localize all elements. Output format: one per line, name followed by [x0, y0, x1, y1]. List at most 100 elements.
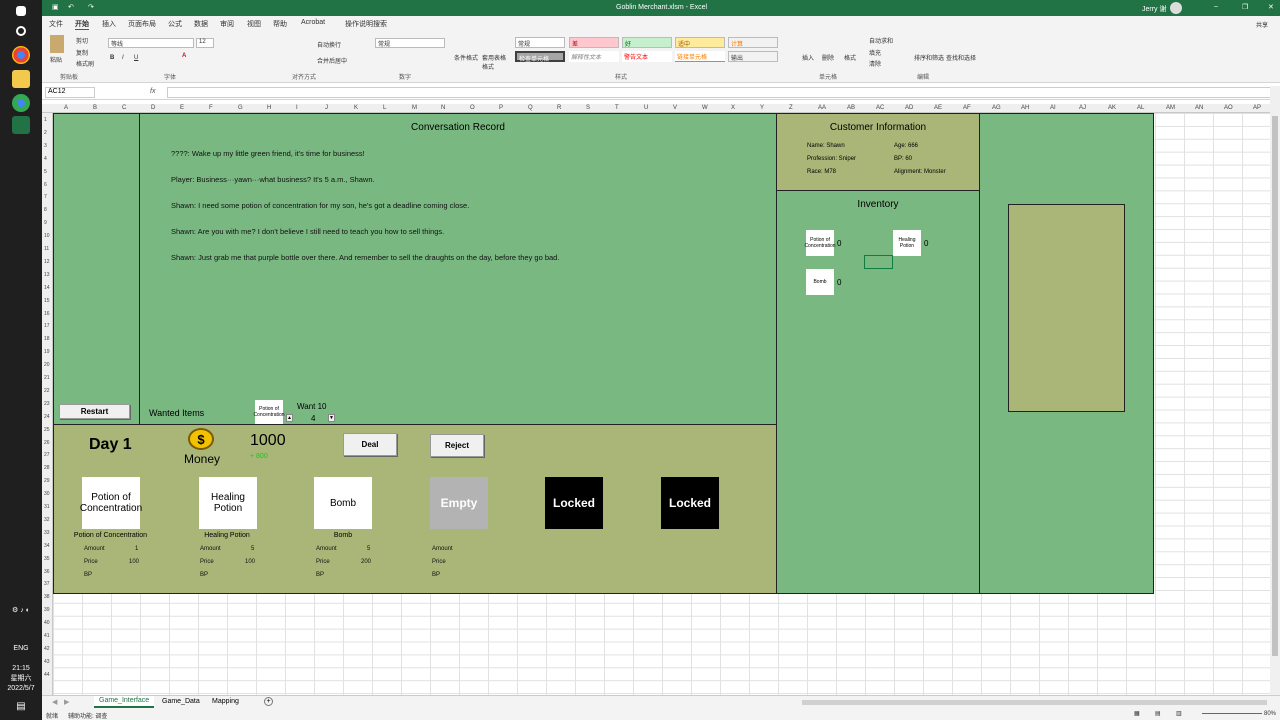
column-header[interactable]: Q — [528, 105, 533, 111]
row-header[interactable]: 9 — [44, 220, 47, 226]
row-header[interactable]: 44 — [44, 672, 50, 678]
style-normal[interactable]: 常规 — [515, 37, 565, 48]
column-header[interactable]: C — [122, 105, 126, 111]
style-calculation[interactable]: 计算 — [728, 37, 778, 48]
tab-acrobat[interactable]: Acrobat — [301, 19, 325, 26]
reject-button[interactable]: Reject — [430, 434, 484, 457]
column-header[interactable]: I — [296, 105, 298, 111]
row-header[interactable]: 7 — [44, 194, 47, 200]
column-header[interactable]: J — [325, 105, 328, 111]
column-header[interactable]: Y — [760, 105, 764, 111]
deal-button[interactable]: Deal — [343, 433, 397, 456]
column-header[interactable]: F — [209, 105, 213, 111]
row-header[interactable]: 14 — [44, 285, 50, 291]
sheet-tab-game-interface[interactable]: Game_Interface — [94, 696, 155, 708]
page-break-icon[interactable]: ▥ — [1176, 710, 1182, 717]
merge-center-button[interactable]: 合并后居中 — [317, 56, 347, 65]
row-header[interactable]: 17 — [44, 323, 50, 329]
tab-file[interactable]: 文件 — [49, 19, 63, 29]
shelf-tile-locked[interactable]: Locked — [545, 477, 603, 529]
row-header[interactable]: 12 — [44, 259, 50, 265]
format-painter-button[interactable]: 格式刷 — [76, 59, 94, 68]
restore-icon[interactable]: ❐ — [1242, 3, 1248, 11]
scroll-thumb[interactable] — [1272, 116, 1278, 656]
tell-me-search[interactable]: 操作说明搜索 — [345, 19, 387, 29]
search-icon[interactable] — [16, 26, 26, 36]
formula-input[interactable] — [167, 87, 1275, 98]
column-header[interactable]: P — [499, 105, 503, 111]
column-header[interactable]: D — [151, 105, 155, 111]
row-header[interactable]: 5 — [44, 169, 47, 175]
font-name-select[interactable]: 等线 — [108, 38, 194, 48]
column-header[interactable]: V — [673, 105, 677, 111]
row-header[interactable]: 30 — [44, 491, 50, 497]
row-header[interactable]: 11 — [44, 246, 49, 252]
spreadsheet-grid[interactable]: Restart Conversation Record ????: Wake u… — [53, 113, 1270, 695]
tab-home[interactable]: 开始 — [75, 19, 89, 30]
row-header[interactable]: 6 — [44, 182, 47, 188]
tab-review[interactable]: 审阅 — [220, 19, 234, 29]
row-header[interactable]: 28 — [44, 465, 50, 471]
italic-icon[interactable]: I — [122, 55, 124, 61]
tab-next-icon[interactable]: ▶ — [64, 698, 69, 706]
chrome-alt-icon[interactable] — [12, 94, 30, 112]
tab-view[interactable]: 视图 — [247, 19, 261, 29]
column-header[interactable]: B — [93, 105, 97, 111]
row-header[interactable]: 16 — [44, 311, 50, 317]
row-header[interactable]: 33 — [44, 530, 50, 536]
close-icon[interactable]: ✕ — [1268, 3, 1274, 11]
shelf-tile[interactable]: Bomb — [314, 477, 372, 529]
column-header[interactable]: Z — [789, 105, 793, 111]
excel-icon[interactable] — [12, 116, 30, 134]
format-as-table-button[interactable]: 套用表格格式 — [482, 53, 508, 71]
column-header[interactable]: R — [557, 105, 561, 111]
minimize-icon[interactable]: – — [1214, 3, 1218, 10]
avatar[interactable] — [1170, 2, 1182, 14]
style-warning[interactable]: 警告文本 — [622, 51, 672, 62]
row-header[interactable]: 1 — [44, 117, 47, 123]
row-header[interactable]: 42 — [44, 646, 50, 652]
column-header[interactable]: K — [354, 105, 358, 111]
tray-icons[interactable]: ⚙ ♪ ◐ — [0, 606, 42, 615]
vertical-scrollbar[interactable] — [1270, 86, 1280, 695]
row-header[interactable]: 25 — [44, 427, 50, 433]
clock-time[interactable]: 21:15 — [0, 664, 42, 673]
inventory-item-tile[interactable]: Healing Potion — [893, 230, 921, 256]
column-header[interactable]: AL — [1137, 105, 1144, 111]
zoom-slider[interactable] — [1202, 713, 1262, 714]
undo-icon[interactable]: ↶ — [68, 3, 74, 11]
column-header[interactable]: AN — [1195, 105, 1203, 111]
paste-button[interactable]: 粘贴 — [50, 55, 62, 64]
row-header[interactable]: 34 — [44, 543, 50, 549]
column-header[interactable]: AJ — [1079, 105, 1086, 111]
delete-cells-button[interactable]: 删除 — [822, 53, 834, 62]
column-header[interactable]: AD — [905, 105, 913, 111]
row-header[interactable]: 38 — [44, 594, 50, 600]
tab-insert[interactable]: 插入 — [102, 19, 116, 29]
normal-view-icon[interactable]: ▦ — [1134, 710, 1140, 717]
name-box[interactable]: AC12 — [45, 87, 95, 98]
column-header[interactable]: H — [267, 105, 271, 111]
share-button[interactable]: 共享 — [1256, 20, 1268, 29]
row-header[interactable]: 3 — [44, 143, 47, 149]
column-header[interactable]: AB — [847, 105, 855, 111]
paste-icon[interactable] — [50, 35, 64, 53]
column-header[interactable]: X — [731, 105, 735, 111]
row-header[interactable]: 29 — [44, 478, 50, 484]
user-name[interactable]: Jerry 谢 — [1142, 4, 1167, 14]
restart-button[interactable]: Restart — [59, 404, 130, 419]
wanted-item-tile[interactable]: Potion of Concentration — [253, 400, 285, 424]
tab-help[interactable]: 帮助 — [273, 19, 287, 29]
tab-formulas[interactable]: 公式 — [168, 19, 182, 29]
row-header[interactable]: 8 — [44, 207, 47, 213]
style-good[interactable]: 好 — [622, 37, 672, 48]
tab-data[interactable]: 数据 — [194, 19, 208, 29]
column-header[interactable]: E — [180, 105, 184, 111]
column-header[interactable]: AK — [1108, 105, 1116, 111]
cut-button[interactable]: 剪切 — [76, 36, 88, 45]
shelf-tile-empty[interactable]: Empty — [430, 477, 488, 529]
language-indicator[interactable]: ENG — [0, 644, 42, 653]
save-icon[interactable]: ▣ — [52, 3, 59, 11]
sheet-tab-game-data[interactable]: Game_Data — [162, 698, 200, 705]
page-layout-icon[interactable]: ▤ — [1155, 710, 1161, 717]
